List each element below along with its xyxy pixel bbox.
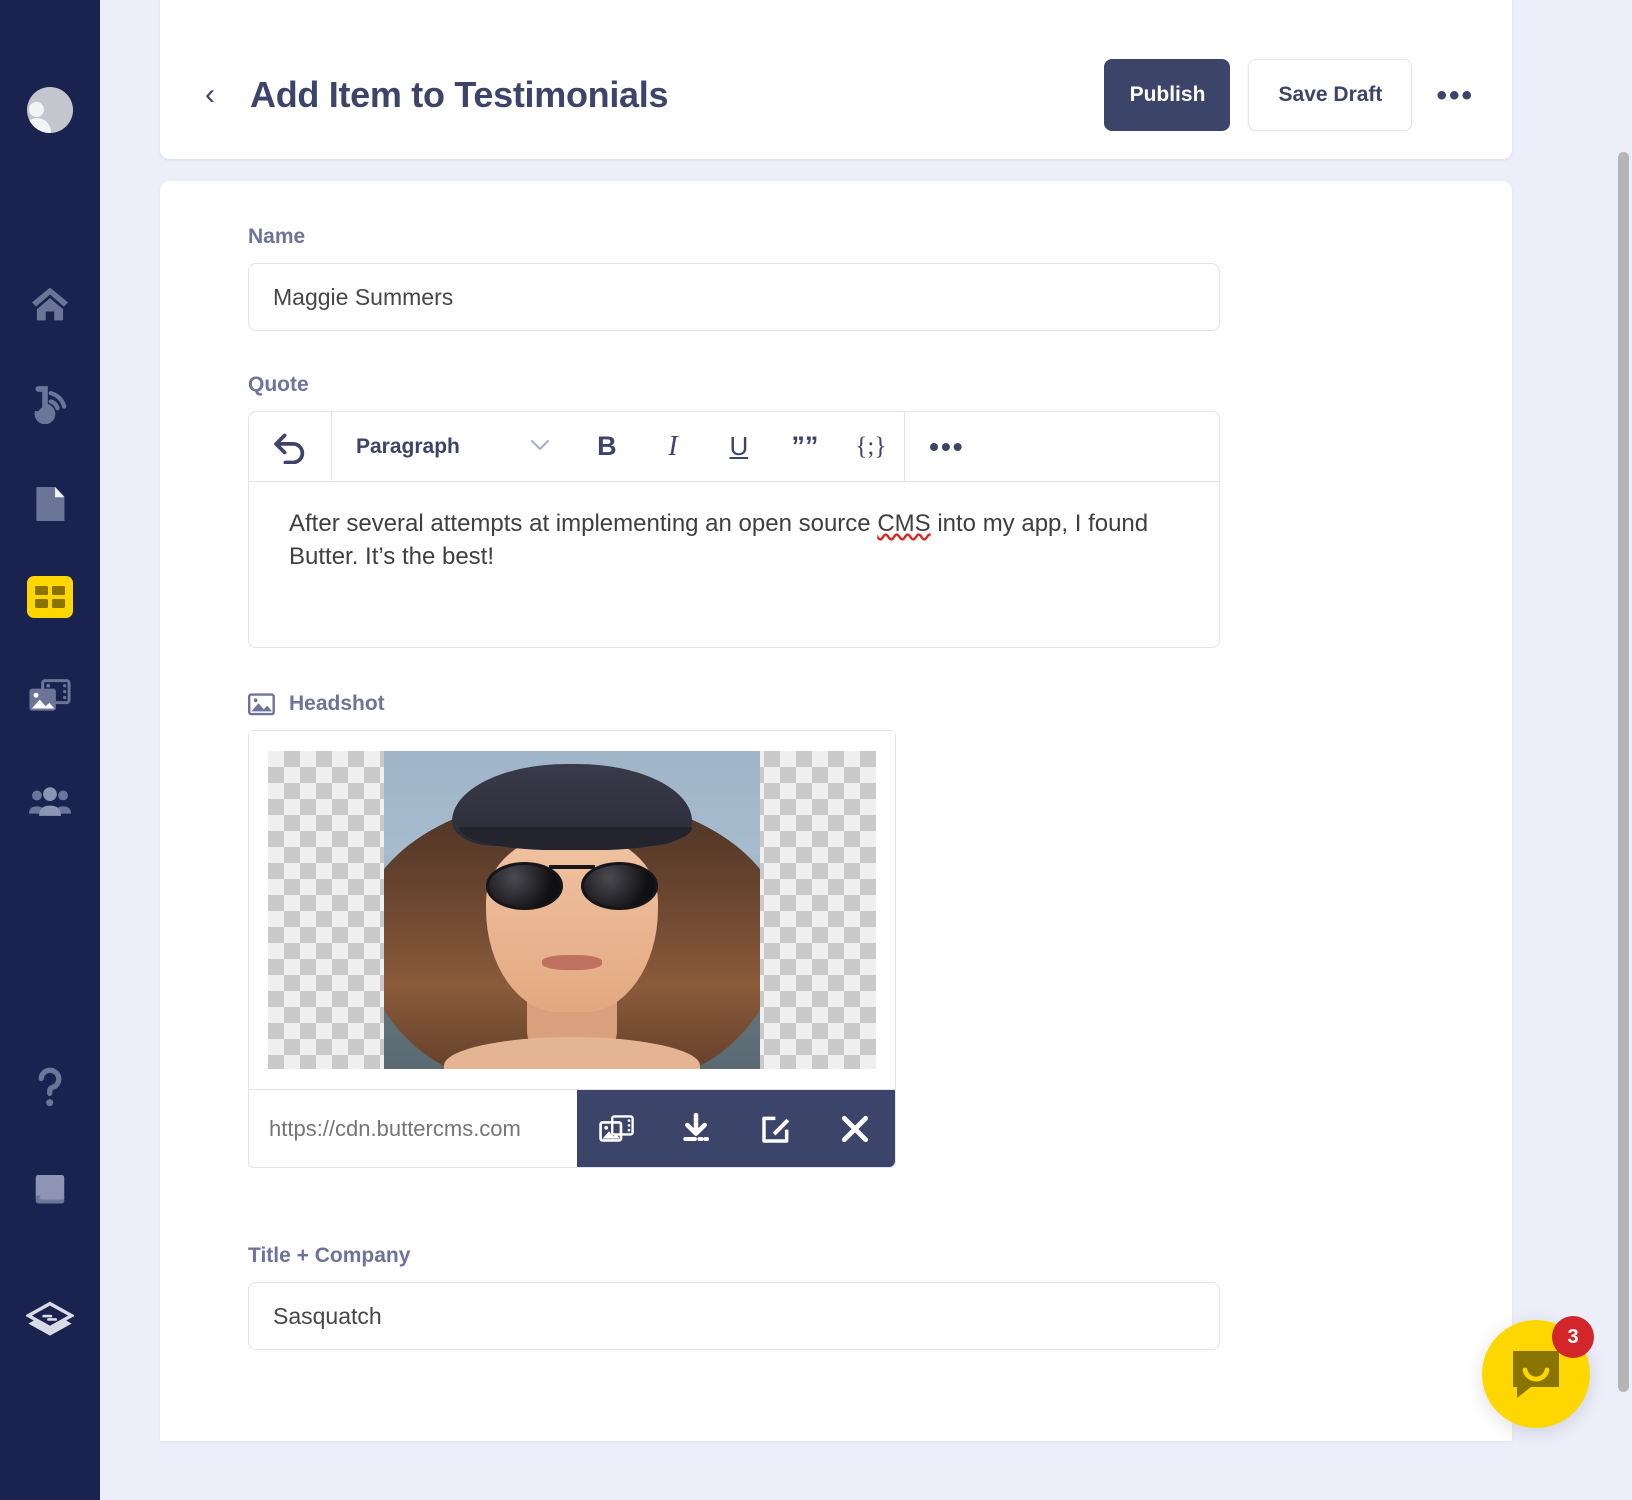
- name-label-text: Name: [248, 225, 306, 248]
- headshot-footer: [249, 1089, 895, 1167]
- headshot-url-input[interactable]: [249, 1090, 577, 1167]
- sidebar-item-team[interactable]: [22, 774, 78, 830]
- underline-button[interactable]: U: [706, 412, 772, 481]
- media-library-icon: [598, 1114, 634, 1142]
- code-button[interactable]: {;}: [838, 412, 904, 481]
- rte-toolbar: Paragraph B I U ”” {;} •••: [249, 412, 1219, 482]
- page-icon: [36, 487, 65, 521]
- image-icon: [248, 692, 275, 715]
- edit-image-button[interactable]: [746, 1099, 806, 1159]
- home-icon: [32, 287, 68, 321]
- chat-unread-badge: 3: [1552, 1316, 1594, 1358]
- blockquote-button[interactable]: ””: [772, 412, 838, 481]
- headshot-label-text: Headshot: [289, 692, 385, 715]
- field-headshot: Headshot: [160, 692, 1512, 1168]
- chat-launcher-button[interactable]: 3: [1482, 1316, 1594, 1428]
- chevron-down-icon: [530, 436, 550, 457]
- sidebar-item-user-avatar[interactable]: [22, 82, 78, 138]
- edit-pencil-icon: [762, 1116, 790, 1143]
- remove-image-button[interactable]: [825, 1099, 885, 1159]
- save-draft-button[interactable]: Save Draft: [1248, 59, 1413, 131]
- quote-misspelled-word: CMS: [877, 510, 931, 537]
- collections-grid-icon: [35, 586, 65, 608]
- headshot-preview[interactable]: [249, 731, 895, 1089]
- main-sidebar: [0, 0, 100, 1500]
- title-company-input[interactable]: [248, 1282, 1220, 1350]
- page-header-card: ‹ Add Item to Testimonials Publish Save …: [160, 0, 1512, 159]
- close-x-icon: [842, 1115, 869, 1142]
- book-icon: [35, 1174, 65, 1204]
- sidebar-item-brand-logo[interactable]: [22, 1294, 78, 1350]
- page-title: Add Item to Testimonials: [250, 74, 669, 115]
- name-label: Name: [248, 225, 1424, 249]
- publish-button[interactable]: Publish: [1104, 59, 1231, 131]
- header-more-options-button[interactable]: •••: [1430, 80, 1480, 110]
- download-image-button[interactable]: [666, 1099, 726, 1159]
- download-icon: [683, 1112, 710, 1141]
- page-scrollbar-thumb[interactable]: [1618, 152, 1629, 1392]
- blog-icon: [34, 386, 67, 424]
- main-content-area: ‹ Add Item to Testimonials Publish Save …: [100, 0, 1632, 1500]
- field-title-company: Title + Company: [160, 1244, 1512, 1350]
- choose-from-library-button[interactable]: [587, 1099, 647, 1159]
- field-quote: Quote Paragraph B I U ”” {;} ••• After s…: [160, 373, 1512, 648]
- quote-label-text: Quote: [248, 373, 309, 396]
- quote-label: Quote: [248, 373, 1424, 397]
- quote-rich-text-editor: Paragraph B I U ”” {;} ••• After several…: [248, 411, 1220, 648]
- sidebar-item-docs[interactable]: [22, 1162, 78, 1218]
- headshot-widget: [248, 730, 896, 1168]
- media-library-icon: [29, 679, 71, 711]
- italic-button[interactable]: I: [640, 412, 706, 481]
- sidebar-item-help[interactable]: [22, 1060, 78, 1116]
- undo-button[interactable]: [249, 412, 331, 481]
- headshot-label: Headshot: [248, 692, 1424, 716]
- back-button[interactable]: ‹: [200, 80, 220, 110]
- sidebar-item-blog[interactable]: [22, 376, 78, 432]
- chat-bubble-icon: [1513, 1351, 1559, 1398]
- sidebar-item-collections[interactable]: [27, 576, 73, 618]
- block-format-value: Paragraph: [356, 434, 460, 458]
- headshot-image: [384, 751, 760, 1069]
- bold-button[interactable]: B: [574, 412, 640, 481]
- sidebar-item-pages[interactable]: [22, 476, 78, 532]
- page-scrollbar-track[interactable]: [1616, 0, 1632, 1500]
- title-company-label-text: Title + Company: [248, 1244, 411, 1267]
- title-company-label: Title + Company: [248, 1244, 1424, 1268]
- quote-text-part-1: After several attempts at implementing a…: [289, 510, 878, 537]
- header-actions: Publish Save Draft •••: [1104, 59, 1480, 131]
- team-users-icon: [28, 787, 72, 816]
- toolbar-more-button[interactable]: •••: [905, 412, 989, 481]
- sidebar-item-media[interactable]: [22, 668, 78, 724]
- layers-logo-icon: [26, 1301, 74, 1336]
- quote-editor-body[interactable]: After several attempts at implementing a…: [249, 482, 1219, 647]
- question-mark-icon: [38, 1067, 62, 1107]
- block-format-dropdown[interactable]: Paragraph: [332, 412, 574, 481]
- transparency-checkerboard: [268, 751, 876, 1069]
- sidebar-item-home[interactable]: [22, 276, 78, 332]
- avatar: [27, 87, 73, 133]
- form-card: Name Quote Paragraph: [160, 181, 1512, 1441]
- field-name: Name: [160, 225, 1512, 331]
- name-input[interactable]: [248, 263, 1220, 331]
- headshot-action-bar: [577, 1090, 895, 1167]
- undo-icon: [274, 433, 305, 464]
